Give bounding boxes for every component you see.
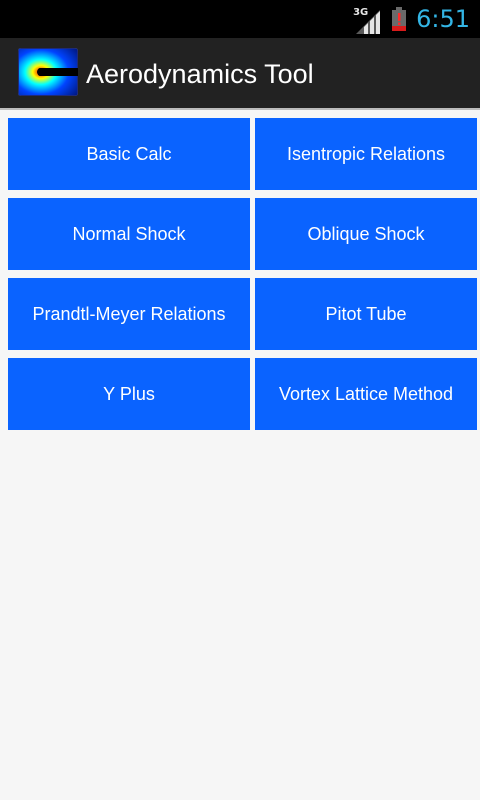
vortex-lattice-method-button[interactable]: Vortex Lattice Method (255, 358, 477, 430)
signal-icon: 3G (352, 4, 382, 34)
normal-shock-button[interactable]: Normal Shock (8, 198, 250, 270)
oblique-shock-button[interactable]: Oblique Shock (255, 198, 477, 270)
status-bar: 3G 6:51 (0, 0, 480, 38)
tool-grid: Basic Calc Isentropic Relations Normal S… (8, 118, 477, 430)
y-plus-button[interactable]: Y Plus (8, 358, 250, 430)
status-icons: 3G 6:51 (352, 0, 470, 38)
battery-alert-icon (392, 7, 407, 31)
isentropic-relations-button[interactable]: Isentropic Relations (255, 118, 477, 190)
app-title: Aerodynamics Tool (86, 59, 314, 89)
pitot-tube-button[interactable]: Pitot Tube (255, 278, 477, 350)
basic-calc-button[interactable]: Basic Calc (8, 118, 250, 190)
action-bar: Aerodynamics Tool (0, 38, 480, 110)
app-logo-icon[interactable] (18, 48, 78, 96)
clock: 6:51 (416, 5, 470, 33)
prandtl-meyer-relations-button[interactable]: Prandtl-Meyer Relations (8, 278, 250, 350)
